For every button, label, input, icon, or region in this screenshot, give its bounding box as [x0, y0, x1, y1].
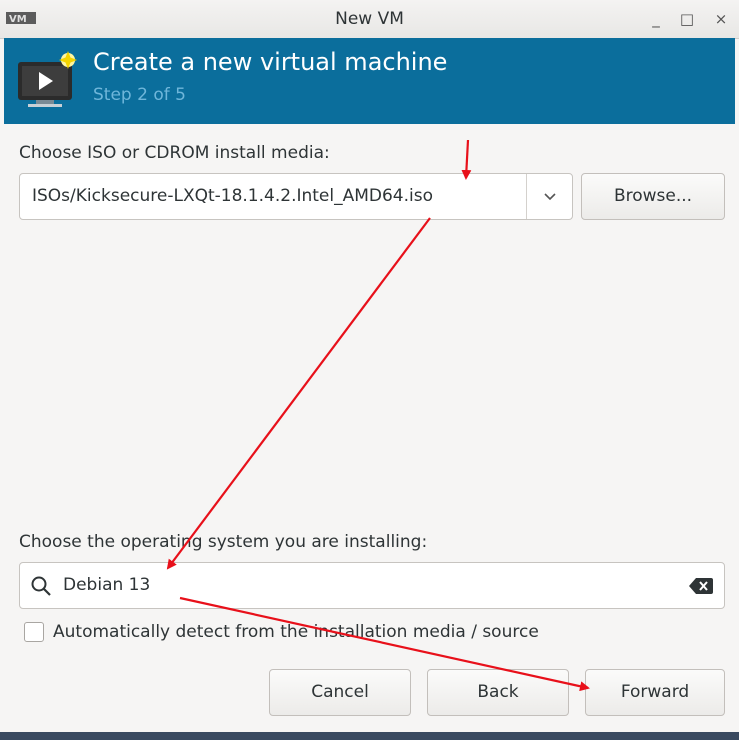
clear-text-icon[interactable] — [689, 577, 713, 595]
browse-button[interactable]: Browse... — [581, 173, 725, 220]
desktop-strip — [0, 732, 739, 740]
maximize-button[interactable]: □ — [675, 8, 699, 30]
minimize-button[interactable]: _ — [644, 8, 668, 30]
chevron-down-icon[interactable] — [527, 174, 573, 219]
cancel-button[interactable]: Cancel — [269, 669, 411, 716]
forward-button[interactable]: Forward — [585, 669, 725, 716]
close-button[interactable]: × — [709, 8, 733, 30]
back-button[interactable]: Back — [427, 669, 569, 716]
window-title: New VM — [335, 9, 404, 29]
search-icon — [31, 576, 51, 596]
auto-detect-checkbox[interactable] — [24, 622, 44, 642]
new-vm-monitor-icon — [18, 51, 77, 107]
install-media-label: Choose ISO or CDROM install media: — [19, 143, 330, 163]
os-select-label: Choose the operating system you are inst… — [19, 532, 428, 552]
wizard-title: Create a new virtual machine — [93, 48, 448, 76]
wizard-header: Create a new virtual machine Step 2 of 5 — [4, 38, 735, 124]
install-media-combo[interactable]: ISOs/Kicksecure-LXQt-18.1.4.2.Intel_AMD6… — [19, 173, 573, 220]
annotation-arrow-to-os — [166, 217, 431, 570]
os-search-field[interactable]: Debian 13 — [19, 562, 725, 609]
os-search-input[interactable]: Debian 13 — [63, 575, 150, 595]
wizard-step-indicator: Step 2 of 5 — [93, 85, 186, 105]
install-media-path[interactable]: ISOs/Kicksecure-LXQt-18.1.4.2.Intel_AMD6… — [32, 186, 433, 206]
auto-detect-label[interactable]: Automatically detect from the installati… — [53, 622, 539, 642]
window-titlebar: VM New VM _ □ × — [0, 0, 739, 39]
